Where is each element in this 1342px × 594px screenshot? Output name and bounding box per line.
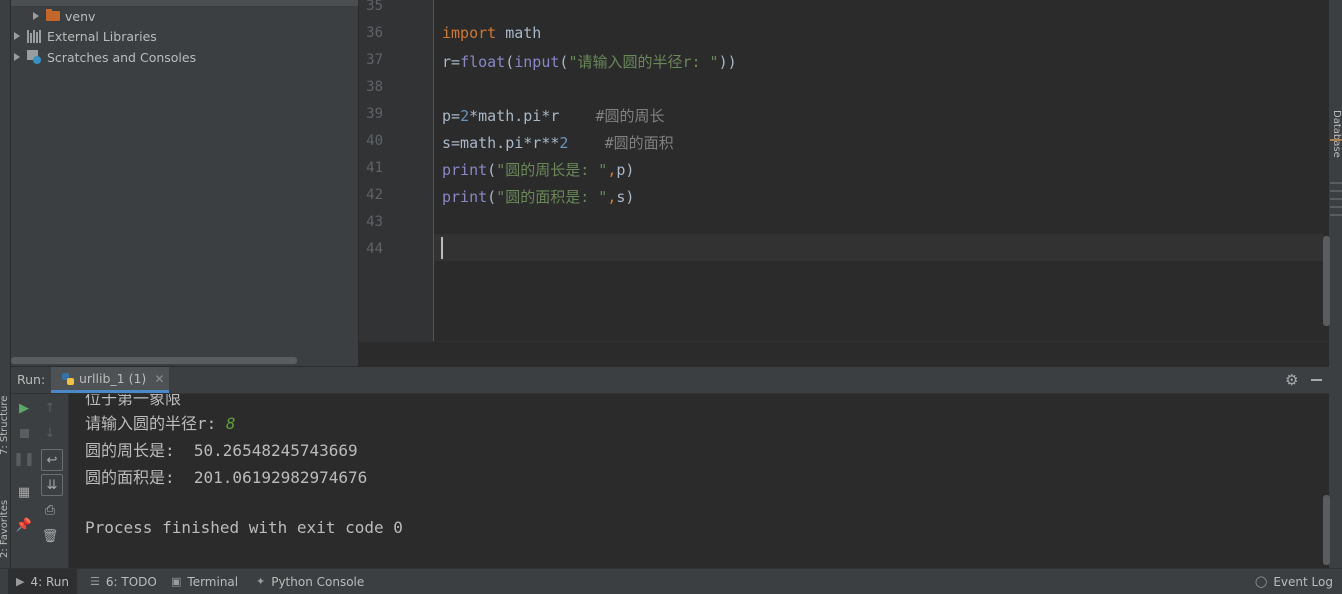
error-stripe-mark[interactable] bbox=[1330, 139, 1342, 141]
database-tool-tab[interactable]: Database bbox=[1331, 110, 1342, 158]
line-number: 41 bbox=[366, 160, 383, 176]
run-panel-header: Run: urllib_1 (1) ✕ ⚙ bbox=[11, 367, 1329, 394]
code-line-40: s=math.pi*r**2 #圆的面积 bbox=[442, 134, 674, 152]
project-panel: venv External Libraries Scratches and Co… bbox=[11, 0, 358, 366]
code-editor[interactable]: import math r=float(input("请输入圆的半径r: "))… bbox=[434, 0, 1324, 341]
down-arrow-icon[interactable]: ↓ bbox=[41, 424, 59, 442]
line-number: 37 bbox=[366, 52, 383, 68]
code-line-36: import math bbox=[442, 24, 542, 42]
current-line-highlight bbox=[434, 234, 1324, 261]
scroll-to-end-icon[interactable]: ⇊ bbox=[41, 474, 63, 496]
code-line-42: print("圆的面积是: ",s) bbox=[442, 188, 635, 206]
line-number: 43 bbox=[366, 214, 383, 230]
print-icon[interactable]: ⎙ bbox=[41, 501, 59, 519]
run-tab-label: urllib_1 (1) bbox=[79, 371, 147, 386]
folder-icon bbox=[46, 9, 60, 21]
structure-tool-tab[interactable]: 7: Structure bbox=[0, 396, 10, 455]
gear-icon[interactable]: ⚙ bbox=[1285, 371, 1298, 389]
tree-item-label: Scratches and Consoles bbox=[47, 49, 197, 65]
run-tool-button[interactable]: ▶ 4: Run bbox=[8, 569, 77, 594]
output-area-line: 圆的面积是: 201.06192982974676 bbox=[85, 468, 368, 487]
python-console-tool-button[interactable]: ✦ Python Console bbox=[256, 569, 364, 594]
scratches-icon bbox=[27, 50, 43, 64]
run-toolbar: ▶ ↑ ↓ ❚❚ ↩ ⇊ ▦ ⎙ 📌 🗑 bbox=[11, 394, 69, 568]
line-number: 39 bbox=[366, 106, 383, 122]
error-stripe-mark[interactable] bbox=[1330, 198, 1342, 200]
close-icon[interactable]: ✕ bbox=[154, 372, 164, 386]
list-icon: ☰ bbox=[90, 575, 100, 588]
error-stripe-mark[interactable] bbox=[1330, 214, 1342, 216]
right-tool-strip: Database bbox=[1329, 0, 1342, 568]
rerun-icon[interactable]: ▶ bbox=[15, 399, 33, 417]
expand-arrow-icon[interactable] bbox=[14, 53, 20, 61]
text-caret bbox=[441, 237, 443, 259]
output-perimeter-line: 圆的周长是: 50.26548245743669 bbox=[85, 441, 358, 460]
tree-item-external-libraries[interactable]: External Libraries bbox=[14, 26, 157, 46]
event-log-button[interactable]: ◯ Event Log bbox=[1255, 569, 1333, 594]
libraries-icon bbox=[27, 29, 43, 43]
project-horizontal-scrollbar[interactable] bbox=[11, 357, 297, 364]
error-stripe-mark[interactable] bbox=[1330, 206, 1342, 208]
run-panel-title: Run: bbox=[17, 372, 46, 387]
layout-icon[interactable]: ▦ bbox=[15, 483, 33, 501]
terminal-icon: ▣ bbox=[171, 575, 182, 588]
run-tab[interactable]: urllib_1 (1) ✕ bbox=[51, 367, 169, 393]
line-number: 36 bbox=[366, 25, 383, 41]
pin-icon[interactable]: 📌 bbox=[15, 516, 33, 534]
code-line-41: print("圆的周长是: ",p) bbox=[442, 161, 635, 179]
code-line-39: p=2*math.pi*r #圆的周长 bbox=[442, 107, 665, 125]
favorites-tool-tab[interactable]: 2: Favorites bbox=[0, 500, 10, 558]
line-number: 40 bbox=[366, 133, 383, 149]
line-number: 38 bbox=[366, 79, 383, 95]
run-icon: ▶ bbox=[16, 575, 25, 588]
terminal-tool-button[interactable]: ▣ Terminal bbox=[171, 569, 238, 594]
minimize-icon[interactable] bbox=[1311, 379, 1322, 381]
run-vertical-scrollbar[interactable] bbox=[1323, 495, 1330, 565]
soft-wrap-icon[interactable]: ↩ bbox=[41, 449, 63, 471]
user-input-value: 8 bbox=[225, 414, 236, 433]
python-icon bbox=[62, 372, 74, 385]
line-number: 35 bbox=[366, 0, 383, 14]
code-line-37: r=float(input("请输入圆的半径r: ")) bbox=[442, 53, 737, 71]
output-exit-line: Process finished with exit code 0 bbox=[85, 518, 403, 537]
tree-item-label: External Libraries bbox=[47, 28, 157, 44]
expand-arrow-icon[interactable] bbox=[14, 32, 20, 40]
line-number: 42 bbox=[366, 187, 383, 203]
trash-icon[interactable]: 🗑 bbox=[41, 527, 59, 545]
output-prompt-line: 请输入圆的半径r: 8 bbox=[85, 414, 236, 433]
stop-icon[interactable] bbox=[15, 424, 33, 442]
left-tool-strip: 7: Structure 2: Favorites bbox=[0, 0, 11, 568]
tree-item-label: venv bbox=[65, 8, 96, 24]
tool-window-bar: ▶ 4: Run ☰ 6: TODO ▣ Terminal ✦ Python Conso… bbox=[0, 568, 1342, 594]
line-number: 44 bbox=[366, 241, 383, 257]
editor-vertical-scrollbar[interactable] bbox=[1323, 236, 1330, 326]
expand-arrow-icon[interactable] bbox=[33, 12, 39, 20]
error-stripe-mark[interactable] bbox=[1330, 190, 1342, 192]
tree-item-scratches[interactable]: Scratches and Consoles bbox=[14, 47, 196, 67]
event-log-icon: ◯ bbox=[1255, 575, 1268, 588]
python-console-icon: ✦ bbox=[256, 575, 266, 588]
editor-footer bbox=[359, 341, 1342, 367]
todo-tool-button[interactable]: ☰ 6: TODO bbox=[90, 569, 157, 594]
up-arrow-icon[interactable]: ↑ bbox=[41, 399, 59, 417]
error-stripe-mark[interactable] bbox=[1330, 182, 1342, 184]
editor-gutter: 35 36 37 38 39 40 41 42 43 44 bbox=[359, 0, 434, 341]
pause-icon[interactable]: ❚❚ bbox=[13, 450, 35, 468]
tree-item-venv[interactable]: venv bbox=[33, 6, 95, 26]
